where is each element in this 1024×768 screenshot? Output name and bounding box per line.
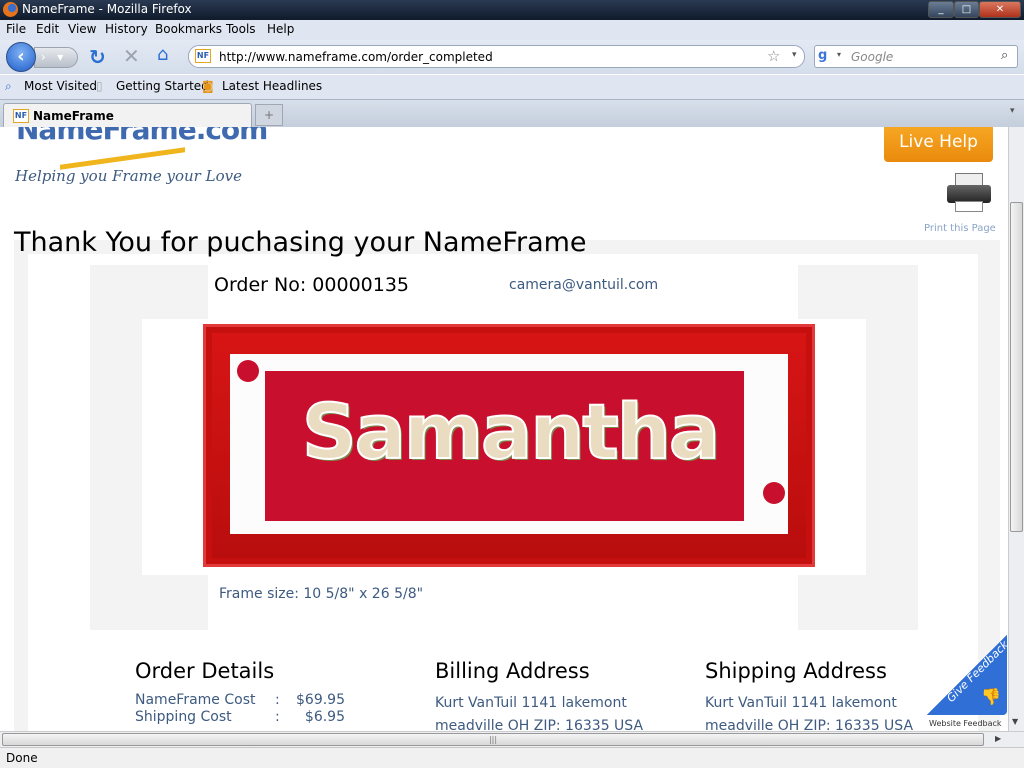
new-tab-button[interactable]: + xyxy=(255,104,283,126)
tab-label: NameFrame xyxy=(33,109,114,123)
give-feedback-badge[interactable]: Give Feedback 👎 xyxy=(927,635,1008,715)
website-feedback-caption: Website Feedback xyxy=(929,719,1002,728)
firefox-icon xyxy=(3,2,18,17)
search-icon[interactable]: ⌕ xyxy=(1001,48,1008,63)
horizontal-scrollbar[interactable]: ||| ▶ xyxy=(0,731,1024,747)
order-number: Order No: 00000135 xyxy=(214,274,410,296)
status-bar: Done xyxy=(0,747,1024,768)
rss-icon: ◙ xyxy=(202,79,214,93)
tab-list-icon[interactable]: ▾ xyxy=(1010,106,1015,116)
horizontal-scroll-thumb[interactable]: ||| xyxy=(2,733,984,746)
url-dropdown-icon[interactable]: ▾ xyxy=(792,50,797,60)
tab-bar: NF NameFrame + ▾ xyxy=(0,99,1024,128)
cost-label: Shipping Cost xyxy=(135,709,232,725)
order-details-table: NameFrame Cost: $69.95 Shipping Cost: $6.9… xyxy=(135,692,355,726)
maximize-button[interactable]: □ xyxy=(954,1,979,18)
billing-title: Billing Address xyxy=(435,659,590,683)
cost-value: $6.95 xyxy=(304,709,345,725)
tagline: Helping you Frame your Love xyxy=(15,167,242,185)
menu-tools[interactable]: Tools xyxy=(226,22,256,36)
menu-edit[interactable]: Edit xyxy=(36,22,59,36)
menu-bar: File Edit View History Bookmarks Tools H… xyxy=(0,20,1024,40)
balloon-icon xyxy=(237,360,259,382)
shipping-line1: Kurt VanTuil 1141 lakemont xyxy=(705,695,897,711)
reload-icon[interactable]: ↻ xyxy=(89,45,106,69)
cost-row: NameFrame Cost: $69.95 xyxy=(135,692,345,708)
page-icon: ▯ xyxy=(96,79,103,93)
thumbs-down-icon: 👎 xyxy=(981,687,1001,706)
page-heading: Thank You for puchasing your NameFrame xyxy=(14,227,587,258)
printer-icon[interactable] xyxy=(947,173,991,213)
engine-dropdown-icon[interactable]: ▾ xyxy=(837,50,841,59)
back-button[interactable]: ‹ xyxy=(6,42,36,72)
bookmark-latest-headlines[interactable]: Latest Headlines xyxy=(222,79,322,93)
forward-button[interactable]: › ▾ xyxy=(34,47,78,68)
menu-help[interactable]: Help xyxy=(267,22,294,36)
url-bar[interactable]: NF http://www.nameframe.com/order_comple… xyxy=(188,45,805,68)
frame-name-letters: Samantha xyxy=(301,386,721,477)
most-visited-icon: ⌕ xyxy=(5,79,12,93)
site-favicon: NF xyxy=(195,49,211,63)
balloon-icon xyxy=(763,482,785,504)
cost-value: $69.95 xyxy=(296,692,345,708)
menu-view[interactable]: View xyxy=(68,22,96,36)
search-input[interactable]: Google xyxy=(851,50,893,64)
menu-file[interactable]: File xyxy=(6,22,26,36)
google-icon[interactable]: g xyxy=(818,48,827,63)
live-help-button[interactable]: Live Help xyxy=(884,127,993,162)
bookmark-star-icon[interactable]: ☆ xyxy=(767,47,780,65)
page-content: NameFrame.com Helping you Frame your Lov… xyxy=(0,127,1008,731)
cost-label: NameFrame Cost xyxy=(135,692,256,708)
billing-line1: Kurt VanTuil 1141 lakemont xyxy=(435,695,627,711)
url-text[interactable]: http://www.nameframe.com/order_completed xyxy=(219,50,493,64)
minimize-button[interactable]: _ xyxy=(928,1,954,18)
window-title: NameFrame - Mozilla Firefox xyxy=(22,2,192,16)
order-details-title: Order Details xyxy=(135,659,275,683)
close-button[interactable]: ✕ xyxy=(979,1,1021,18)
status-text: Done xyxy=(6,751,38,765)
frame-image: Samantha xyxy=(203,324,815,567)
print-page-link[interactable]: Print this Page xyxy=(924,223,996,234)
vertical-scrollbar[interactable]: ▼ xyxy=(1008,127,1024,731)
customer-email[interactable]: camera@vantuil.com xyxy=(509,277,658,293)
title-bar: NameFrame - Mozilla Firefox _ □ ✕ xyxy=(0,0,1024,20)
bookmarks-toolbar: ⌕ Most Visited ▯ Getting Started ◙ Lates… xyxy=(0,75,1024,99)
scroll-down-arrow[interactable]: ▼ xyxy=(1012,717,1018,726)
stop-icon[interactable]: ✕ xyxy=(123,44,140,68)
tab-nameframe[interactable]: NF NameFrame xyxy=(3,103,252,128)
scroll-right-arrow[interactable]: ▶ xyxy=(995,734,1001,743)
shipping-line2: meadville OH ZIP: 16335 USA xyxy=(705,718,914,731)
shipping-title: Shipping Address xyxy=(705,659,887,683)
tab-favicon: NF xyxy=(13,109,29,123)
logo[interactable]: NameFrame.com xyxy=(16,127,268,146)
frame-size: Frame size: 10 5/8" x 26 5/8" xyxy=(219,586,424,602)
billing-line2: meadville OH ZIP: 16335 USA xyxy=(435,718,644,731)
bookmark-most-visited[interactable]: Most Visited xyxy=(24,79,97,93)
menu-bookmarks[interactable]: Bookmarks xyxy=(155,22,222,36)
bookmark-getting-started[interactable]: Getting Started xyxy=(116,79,209,93)
search-box[interactable]: g ▾ Google ⌕ xyxy=(814,45,1018,68)
home-icon[interactable]: ⌂ xyxy=(157,44,168,65)
vertical-scroll-thumb[interactable] xyxy=(1010,202,1023,532)
menu-history[interactable]: History xyxy=(105,22,148,36)
cost-row: Shipping Cost: $6.95 xyxy=(135,709,345,725)
